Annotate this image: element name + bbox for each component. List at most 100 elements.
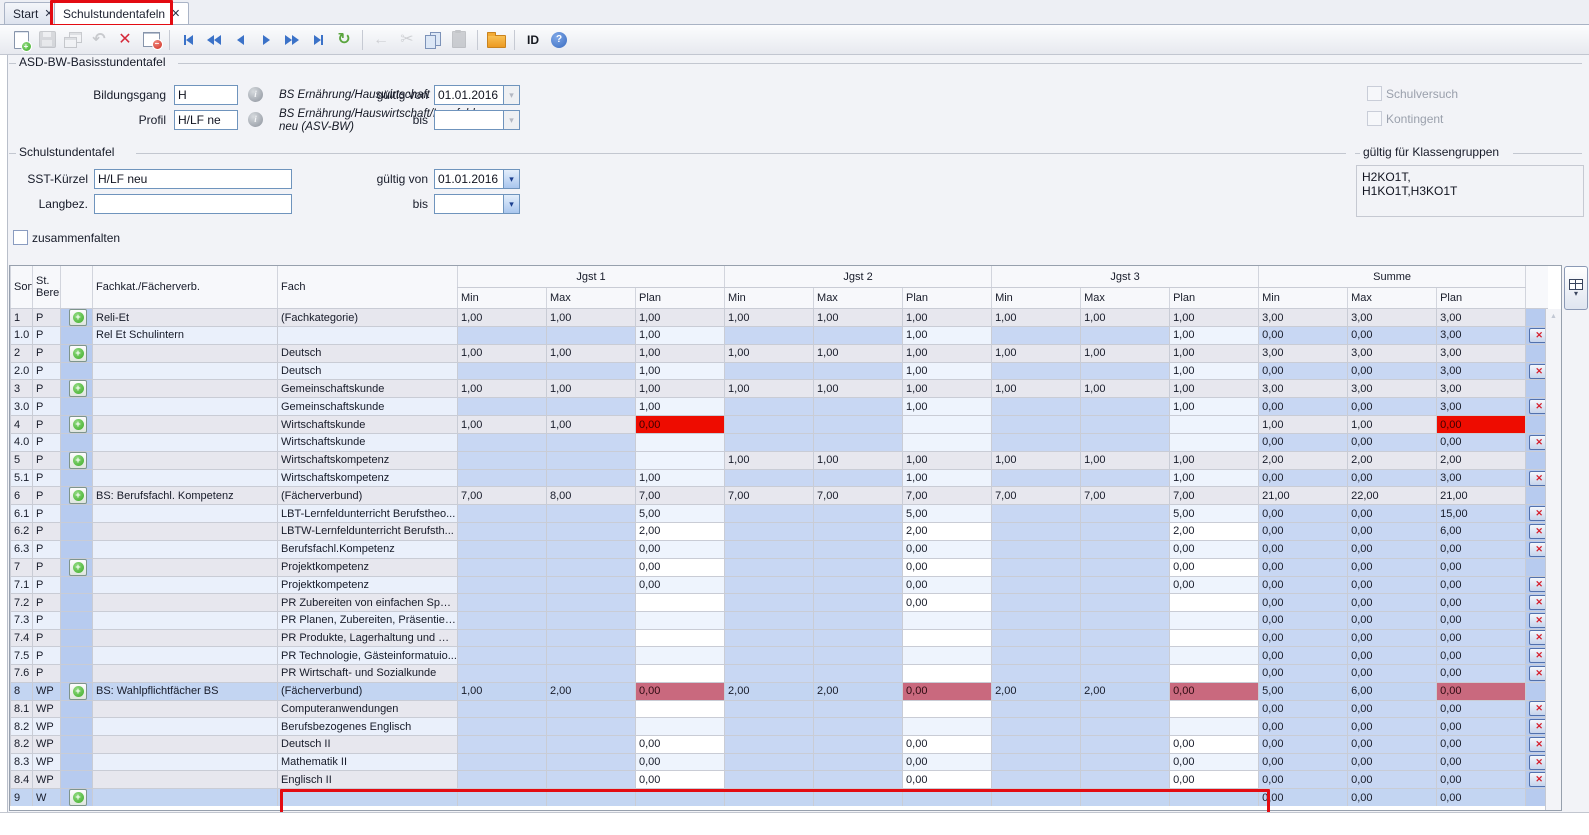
cell-value: 0,00 (1437, 682, 1526, 700)
col-header-add[interactable] (61, 266, 93, 309)
cell-value (992, 540, 1081, 558)
basis-gueltig-von-dropdown-icon: ▾ (503, 85, 520, 105)
col-header-sort[interactable]: Sort. (11, 266, 33, 309)
zusammenfalten-label: zusammenfalten (32, 231, 120, 245)
cell-value: 0,00 (1259, 469, 1348, 487)
profil-field[interactable] (174, 110, 238, 130)
cell-value: 1,00 (547, 416, 636, 434)
cell-value: 0,00 (1437, 416, 1526, 434)
sst-kuerzel-field[interactable] (94, 169, 292, 189)
sst-bis-dropdown-icon[interactable]: ▾ (503, 194, 520, 214)
cell-value: 1,00 (636, 327, 725, 345)
col-header-min-4[interactable]: Min (1259, 288, 1348, 309)
table-scrollbar[interactable]: ▲ (1545, 309, 1561, 810)
cell-value (725, 469, 814, 487)
cell-sort: 5.1 (11, 469, 33, 487)
cell-st-bereich: P (33, 629, 61, 647)
delete-record-icon[interactable]: ✕ (113, 28, 137, 52)
col-header-plan-4[interactable]: Plan (1437, 288, 1526, 309)
cell-value: 0,00 (1259, 594, 1348, 612)
add-row-button[interactable]: + (69, 487, 87, 504)
open-module-icon[interactable] (484, 28, 508, 52)
langbez-field[interactable] (94, 194, 292, 214)
cell-fachkat (93, 664, 278, 682)
col-header-min-2[interactable]: Min (725, 288, 814, 309)
sst-gueltig-von-dropdown-icon[interactable]: ▾ (503, 169, 520, 189)
col-header-min-1[interactable]: Min (458, 288, 547, 309)
basis-gueltig-von-field[interactable] (434, 85, 503, 105)
col-header-plan-3[interactable]: Plan (1170, 288, 1259, 309)
col-header-fach[interactable]: Fach (278, 266, 458, 309)
col-header-st-bereich[interactable]: St.Bereich (33, 266, 61, 309)
col-header-max-3[interactable]: Max (1081, 288, 1170, 309)
col-header-actions (1526, 266, 1548, 309)
cell-add (61, 718, 93, 736)
cell-value: 0,00 (1348, 469, 1437, 487)
cell-value (547, 505, 636, 523)
nav-fast-prev-icon[interactable] (202, 28, 226, 52)
tab-start-close-icon[interactable]: ✕ (44, 7, 53, 20)
cell-value (636, 451, 725, 469)
nav-next-icon[interactable] (254, 28, 278, 52)
cell-value (1081, 540, 1170, 558)
cell-value: 0,00 (1170, 682, 1259, 700)
record-id-icon[interactable]: ID (521, 28, 545, 52)
nav-last-icon[interactable] (306, 28, 330, 52)
col-header-min-3[interactable]: Min (992, 288, 1081, 309)
sst-gueltig-von-combo[interactable]: ▾ (434, 169, 520, 189)
cell-value (725, 611, 814, 629)
sst-gueltig-von-field[interactable] (434, 169, 503, 189)
cell-value: 0,00 (903, 753, 992, 771)
cell-value (903, 664, 992, 682)
tab-schulstundentafeln[interactable]: Schulstundentafeln ✕ (54, 2, 189, 24)
add-row-button[interactable]: + (69, 309, 87, 326)
cell-value: 7,00 (636, 487, 725, 505)
sst-bis-combo[interactable]: ▾ (434, 194, 520, 214)
col-header-max-1[interactable]: Max (547, 288, 636, 309)
cell-value: 3,00 (1259, 380, 1348, 398)
add-row-button[interactable]: + (69, 416, 87, 433)
cell-value: 0,00 (1170, 771, 1259, 789)
col-header-max-2[interactable]: Max (814, 288, 903, 309)
sst-bis-field[interactable] (434, 194, 503, 214)
cell-value (814, 647, 903, 665)
add-row-button[interactable]: + (69, 380, 87, 397)
cell-value (725, 789, 814, 807)
cell-value (458, 540, 547, 558)
zusammenfalten-checkbox[interactable] (13, 230, 28, 245)
copy-icon[interactable] (421, 28, 445, 52)
cell-fachkat (93, 594, 278, 612)
cell-fachkat (93, 434, 278, 452)
basis-bis-field[interactable] (434, 110, 503, 130)
add-row-button[interactable]: + (69, 789, 87, 806)
add-row-button[interactable]: + (69, 559, 87, 576)
table-row: 7.1PProjektkompetenz0,000,000,000,000,00… (11, 576, 1548, 594)
nav-first-icon[interactable] (176, 28, 200, 52)
add-row-button[interactable]: + (69, 683, 87, 700)
cell-value (1170, 416, 1259, 434)
cell-value: 0,00 (636, 576, 725, 594)
new-record-icon[interactable]: + (9, 28, 33, 52)
tab-schulstundentafeln-close-icon[interactable]: ✕ (171, 7, 180, 20)
add-row-button[interactable]: + (69, 452, 87, 469)
add-row-button[interactable]: + (69, 345, 87, 362)
col-header-plan-1[interactable]: Plan (636, 288, 725, 309)
plus-icon: + (73, 792, 84, 803)
cell-value (458, 700, 547, 718)
col-header-plan-2[interactable]: Plan (903, 288, 992, 309)
cell-st-bereich: P (33, 647, 61, 665)
cell-value (458, 647, 547, 665)
nav-fast-next-icon[interactable] (280, 28, 304, 52)
refresh-icon[interactable]: ↻ (332, 28, 356, 52)
nav-prev-icon[interactable] (228, 28, 252, 52)
scroll-up-icon[interactable]: ▲ (1546, 309, 1561, 324)
col-header-fachkat[interactable]: Fachkat./Fächerverb. (93, 266, 278, 309)
bildungsgang-field[interactable] (174, 85, 238, 105)
cell-fach: PR Zubereiten von einfachen Spei... (278, 594, 458, 612)
cell-value (725, 398, 814, 416)
remove-form-icon[interactable]: – (139, 28, 163, 52)
col-header-max-4[interactable]: Max (1348, 288, 1437, 309)
help-icon[interactable]: ? (547, 28, 571, 52)
column-config-button[interactable]: ▾ (1564, 266, 1588, 310)
cell-value: 1,00 (992, 451, 1081, 469)
